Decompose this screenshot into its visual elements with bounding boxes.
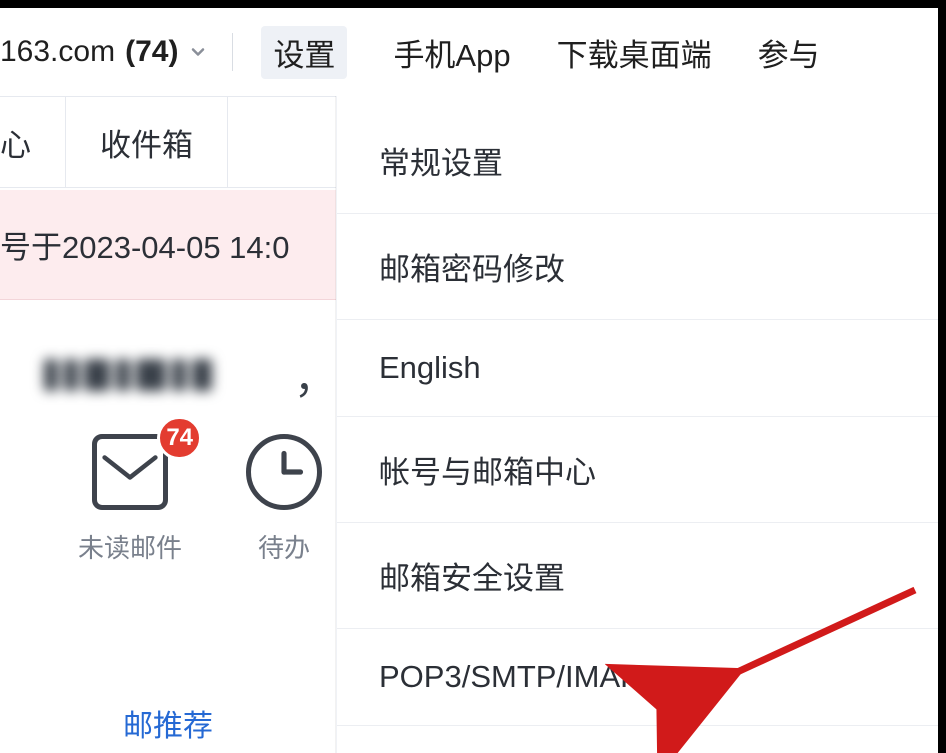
tab-inbox[interactable]: 收件箱: [66, 97, 228, 187]
menu-change-password[interactable]: 邮箱密码修改: [337, 214, 938, 320]
account-domain: 163.com: [0, 35, 115, 69]
tab-row: 心 收件箱: [0, 96, 336, 188]
user-name-blurred: [44, 347, 302, 403]
topbar: 163.com (74) 设置 手机App 下载桌面端 参与: [0, 8, 946, 96]
login-notice-text: 号于2023-04-05 14:0: [0, 222, 290, 267]
quick-unread-label: 未读邮件: [78, 528, 182, 565]
vertical-separator: [232, 33, 233, 71]
top-nav: 设置 手机App 下载桌面端 参与: [261, 26, 819, 79]
quick-todo-label: 待办: [246, 528, 322, 565]
tab-center-fragment[interactable]: 心: [0, 97, 66, 187]
menu-pop3-smtp-imap[interactable]: POP3/SMTP/IMAP: [337, 629, 938, 726]
account-switcher[interactable]: 163.com (74): [0, 35, 208, 69]
settings-dropdown: 常规设置 邮箱密码修改 English 帐号与邮箱中心 邮箱安全设置 POP3/…: [336, 96, 938, 753]
menu-account-center[interactable]: 帐号与邮箱中心: [337, 417, 938, 523]
nav-settings[interactable]: 设置: [261, 26, 347, 79]
user-name-row: ，: [0, 330, 336, 420]
clock-icon: [246, 434, 322, 510]
user-panel: ， 74 未读邮件 待办: [0, 330, 336, 565]
quick-unread[interactable]: 74 未读邮件: [78, 434, 182, 565]
quick-todo[interactable]: 待办: [246, 434, 322, 565]
nav-participate[interactable]: 参与: [758, 26, 820, 79]
mail-recommend-link[interactable]: 邮推荐: [123, 701, 213, 745]
menu-general-settings[interactable]: 常规设置: [337, 108, 938, 214]
mail-icon: [92, 434, 168, 510]
chevron-down-icon: [188, 42, 208, 62]
account-unread-count: (74): [125, 35, 178, 69]
mail-recommend[interactable]: 邮推荐: [0, 701, 336, 753]
nav-mobile-app[interactable]: 手机App: [393, 26, 510, 79]
menu-english[interactable]: English: [337, 320, 938, 417]
menu-security-settings[interactable]: 邮箱安全设置: [337, 523, 938, 629]
unread-badge: 74: [157, 416, 202, 460]
nav-download-desktop[interactable]: 下载桌面端: [557, 26, 712, 79]
login-notice-bar: 号于2023-04-05 14:0: [0, 190, 336, 300]
quick-actions: 74 未读邮件 待办: [0, 420, 336, 565]
